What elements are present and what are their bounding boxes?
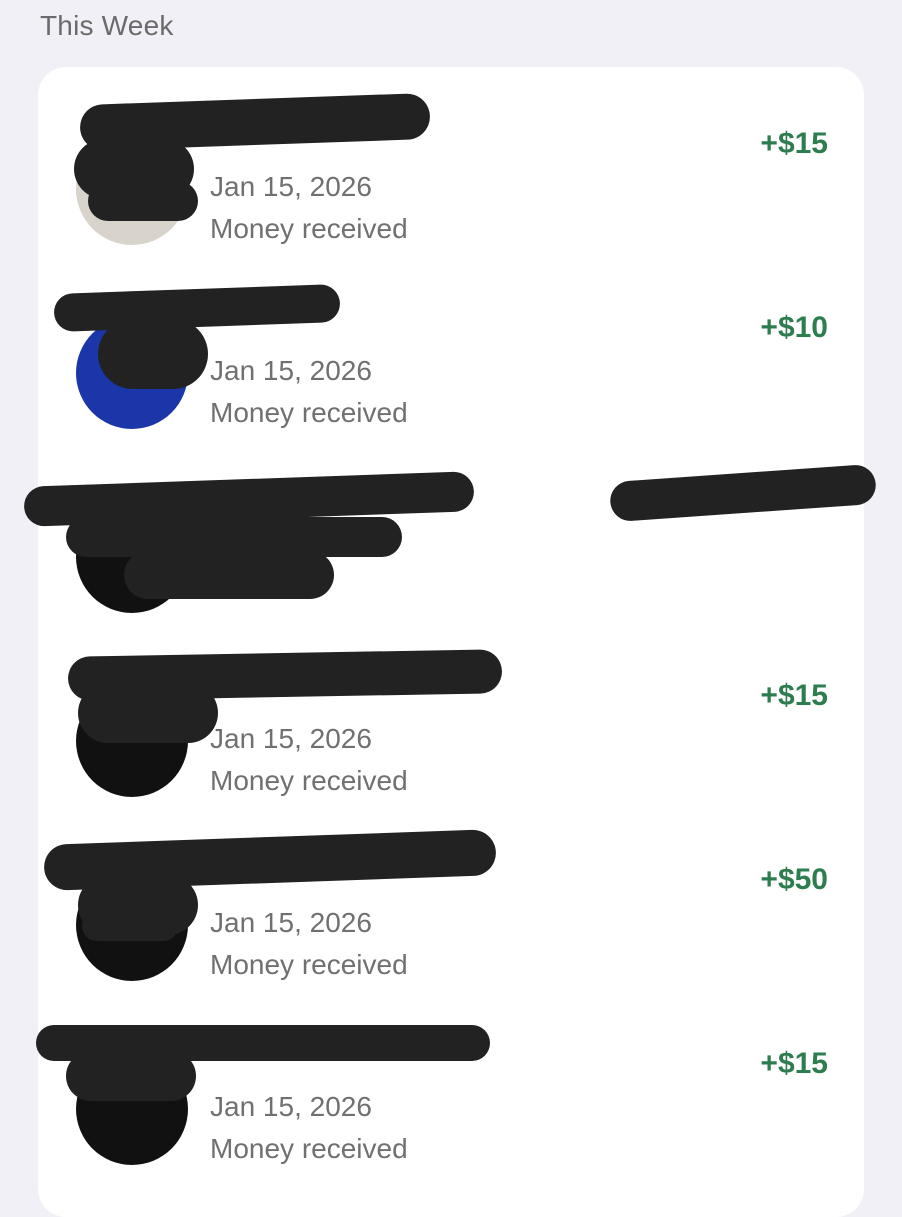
transaction-row[interactable]: Jan 15, 2026 Money received +$15 (38, 643, 864, 827)
transaction-amount: +$50 (760, 863, 828, 896)
redaction-mark (82, 911, 178, 941)
transaction-date: Jan 15, 2026 (210, 907, 372, 938)
redaction-mark (608, 463, 878, 523)
transaction-status: Money received (210, 213, 408, 244)
transaction-row[interactable] (23, 459, 878, 643)
transaction-amount: +$15 (760, 1047, 828, 1080)
redaction-mark (88, 181, 198, 221)
redaction-mark (53, 284, 341, 332)
transaction-status: Money received (210, 765, 408, 796)
transaction-date: Jan 15, 2026 (210, 355, 372, 386)
transaction-status: Money received (210, 949, 408, 980)
transaction-row[interactable]: Jan 15, 2026 Money received +$15 (38, 91, 864, 275)
redaction-mark (124, 551, 334, 599)
section-title: This Week (40, 10, 174, 41)
transactions-card: Jan 15, 2026 Money received +$15 Jan 15,… (23, 67, 878, 1217)
transaction-status: Money received (210, 1133, 408, 1164)
transaction-date: Jan 15, 2026 (210, 1091, 372, 1122)
redaction-mark (98, 319, 208, 389)
redaction-mark (78, 683, 218, 743)
transaction-row[interactable]: Jan 15, 2026 Money received +$50 (38, 827, 864, 1011)
transaction-amount: +$15 (760, 679, 828, 712)
transaction-status: Money received (210, 397, 408, 428)
transaction-row[interactable]: Jan 15, 2026 Money received +$15 (36, 1011, 864, 1195)
redaction-mark (66, 1051, 196, 1101)
transaction-amount: +$10 (760, 311, 828, 344)
transaction-amount: +$15 (760, 127, 828, 160)
transaction-date: Jan 15, 2026 (210, 723, 372, 754)
transaction-row[interactable]: Jan 15, 2026 Money received +$10 (38, 275, 864, 459)
transaction-date: Jan 15, 2026 (210, 171, 372, 202)
